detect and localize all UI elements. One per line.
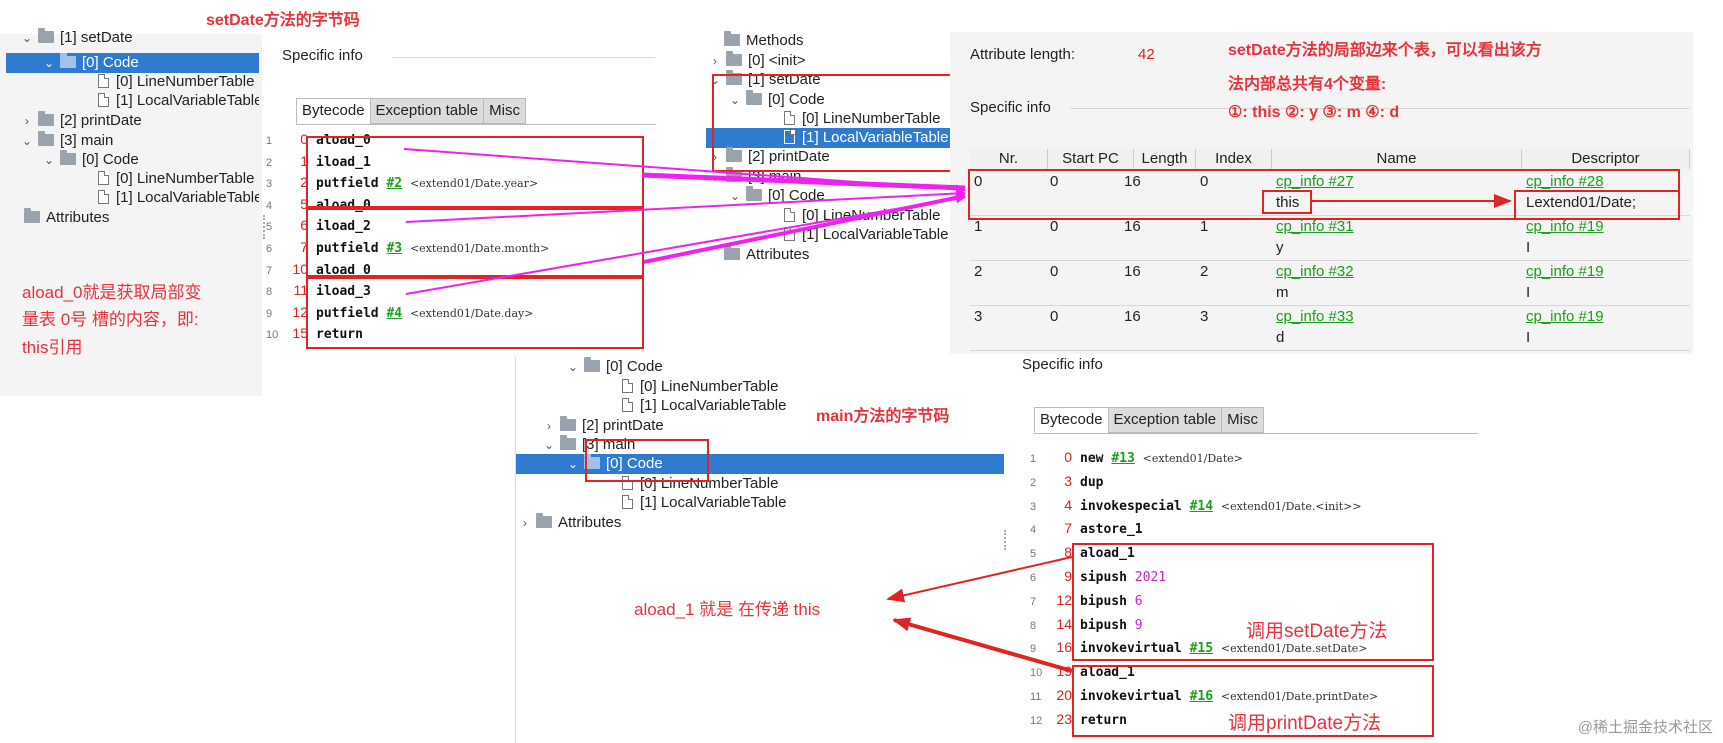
arrow-thick-band-2: [643, 194, 966, 264]
arrow-overlay: [403, 148, 1512, 673]
arrow-aload1-setdate: [886, 556, 1073, 603]
arrow-aload1-printdate: [892, 617, 1073, 673]
arrow-aload0-2: [405, 188, 966, 223]
arrow-thick-band: [641, 172, 966, 191]
